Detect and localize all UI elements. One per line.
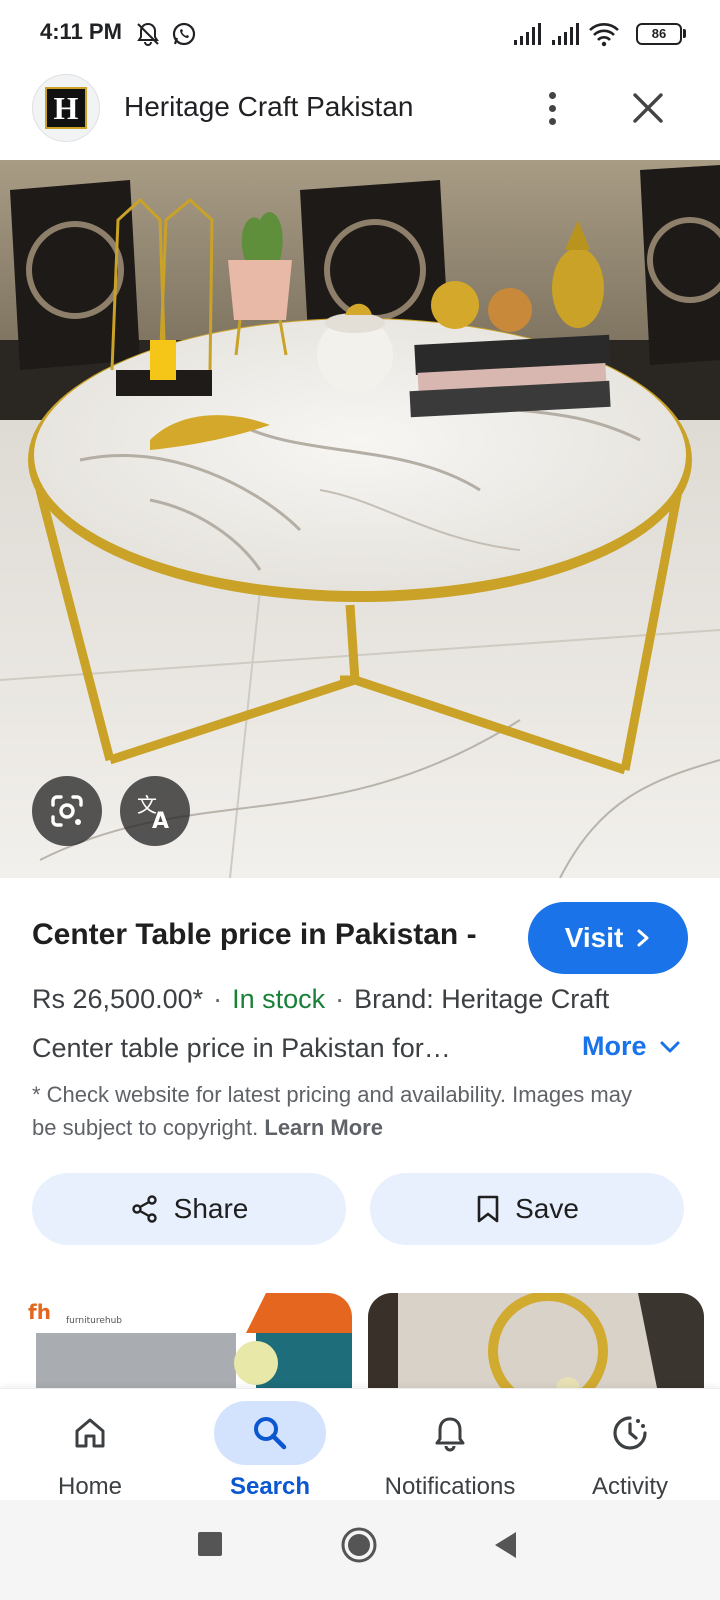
chevron-right-icon (637, 929, 649, 947)
disclaimer: * Check website for latest pricing and a… (32, 1078, 662, 1144)
translate-button[interactable]: 文 A (120, 776, 190, 846)
svg-text:fh: fh (28, 1300, 51, 1324)
visit-label: Visit (564, 922, 624, 953)
more-vert-icon[interactable] (536, 86, 568, 130)
nav-item-search[interactable]: Search (180, 1389, 360, 1501)
signal-icon (514, 23, 541, 45)
related-thumbnail[interactable]: fh furniturehub (16, 1293, 352, 1393)
whatsapp-icon (172, 22, 196, 46)
share-button[interactable]: Share (32, 1173, 346, 1245)
bottom-nav: Home Search Notifications Activity (0, 1388, 720, 1500)
google-lens-button[interactable] (32, 776, 102, 846)
google-lens-icon (51, 795, 83, 827)
svg-text:A: A (152, 809, 169, 832)
nav-label-search: Search (229, 1473, 311, 1500)
brand: Brand: Heritage Craft (354, 984, 610, 1014)
visit-button[interactable]: Visit (528, 902, 688, 974)
save-label: Save (515, 1193, 579, 1224)
status-bar: 4:11 PM 86 (0, 0, 720, 68)
price: Rs 26,500.00* (32, 984, 204, 1014)
product-image[interactable] (0, 160, 720, 878)
home-system-icon[interactable] (340, 1526, 378, 1564)
more-button[interactable]: More (582, 1031, 681, 1062)
status-time: 4:11 PM (40, 19, 122, 44)
battery-tip (683, 29, 686, 38)
site-logo-letter: H (45, 87, 87, 129)
close-icon[interactable] (626, 86, 670, 130)
stock-status: In stock (232, 984, 326, 1014)
site-title[interactable]: Heritage Craft Pakistan (124, 91, 413, 123)
save-button[interactable]: Save (370, 1173, 684, 1245)
mute-notification-icon (137, 22, 159, 46)
nav-label-home: Home (57, 1473, 123, 1500)
nav-item-home[interactable]: Home (0, 1389, 180, 1501)
chevron-down-icon (660, 1041, 680, 1052)
activity-icon (613, 1416, 647, 1450)
product-description: Center table price in Pakistan for… (32, 1033, 451, 1063)
back-icon[interactable] (492, 1530, 520, 1560)
related-image: fh furniturehub (16, 1293, 352, 1393)
site-logo[interactable]: H (32, 74, 100, 142)
nav-label-activity: Activity (591, 1473, 668, 1500)
product-title: Center Table price in Pakistan - (32, 918, 477, 951)
nav-item-activity[interactable]: Activity (540, 1389, 720, 1501)
nav-item-notifications[interactable]: Notifications (360, 1389, 540, 1501)
header: H Heritage Craft Pakistan (0, 68, 720, 160)
share-label: Share (173, 1193, 249, 1224)
learn-more-link[interactable]: Learn More (264, 1115, 383, 1140)
bell-icon (435, 1417, 465, 1452)
signal-icon (552, 23, 579, 45)
battery-icon: 86 (636, 23, 682, 45)
product-meta: Rs 26,500.00* · In stock · Brand: Heritage C… (32, 984, 610, 1014)
search-icon (254, 1417, 287, 1450)
translate-icon: 文 A (137, 793, 169, 832)
system-nav-bar (0, 1500, 720, 1600)
share-icon (131, 1195, 157, 1223)
product-photo (0, 160, 720, 878)
related-image (368, 1293, 704, 1393)
more-label: More (582, 1031, 647, 1061)
related-brand: furniturehub (66, 1316, 122, 1326)
recent-apps-icon[interactable] (196, 1530, 224, 1558)
bookmark-icon (477, 1195, 499, 1223)
nav-label-notifications: Notifications (384, 1473, 516, 1500)
home-icon (75, 1418, 105, 1448)
related-thumbnail[interactable] (368, 1293, 704, 1393)
wifi-icon (589, 23, 619, 47)
